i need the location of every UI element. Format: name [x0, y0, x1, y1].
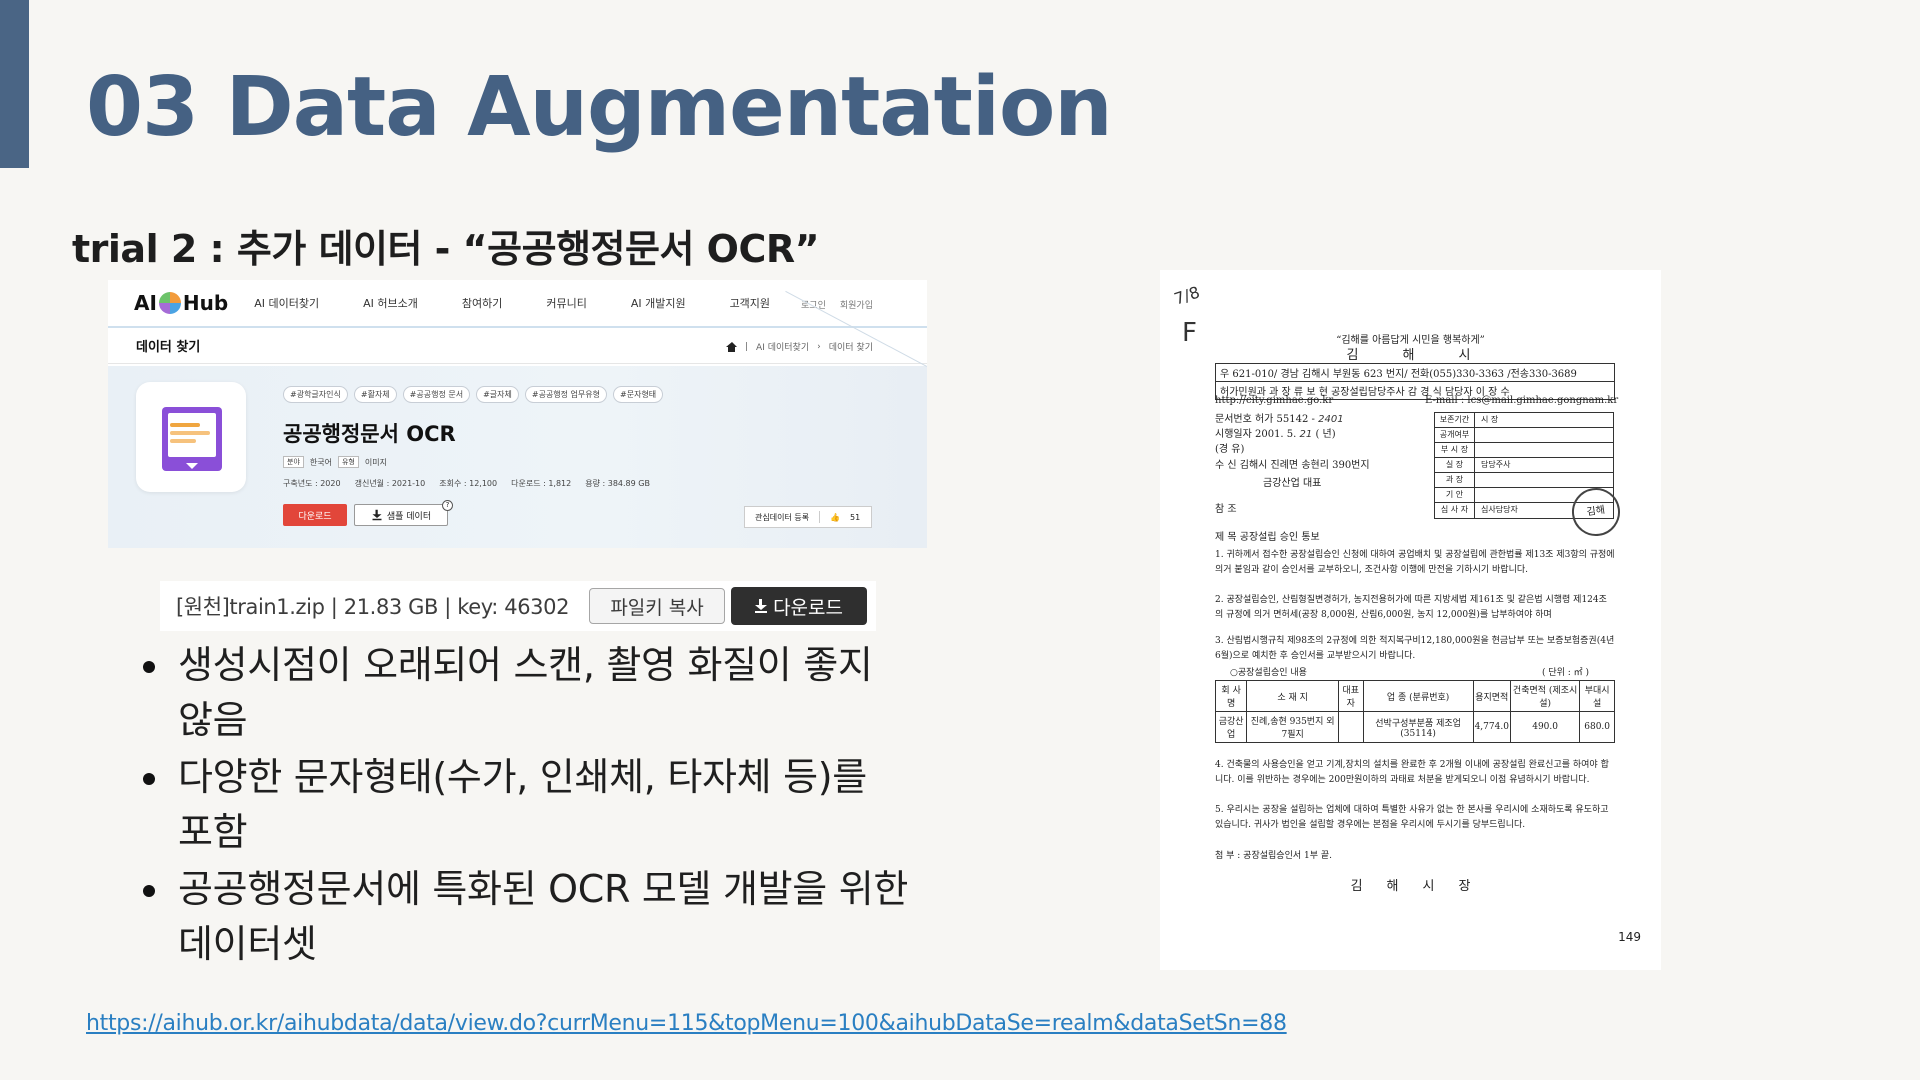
doc-recipient-2: 금강산업 대표: [1263, 478, 1322, 489]
home-icon[interactable]: [726, 341, 737, 352]
tag[interactable]: #공공행정 업무유형: [524, 386, 608, 403]
doc-date: 시행일자 2001. 5. 21 ( 년): [1215, 429, 1336, 440]
tag[interactable]: #글자체: [476, 386, 519, 403]
nav-item-customer-support[interactable]: 고객지원: [730, 295, 770, 311]
doc-homepage: http://city.gimhae.go.kr: [1215, 395, 1334, 406]
copy-file-key-button[interactable]: 파일키 복사: [589, 588, 726, 624]
file-info: [원천]train1.zip | 21.83 GB | key: 46302: [176, 595, 570, 619]
source-link[interactable]: https://aihub.or.kr/aihubdata/data/view.…: [86, 1011, 1287, 1036]
doc-paragraph: 1. 귀하께서 접수한 공장설립승인 신청에 대하여 공업배치 및 공장설립에 …: [1215, 550, 1615, 575]
help-icon[interactable]: ?: [442, 500, 453, 511]
handwriting-mark: 7/8: [1171, 282, 1203, 309]
table-row: 금강산업 진례,송현 935번지 외7필지 선박구성부분품 제조업 (35114…: [1214, 711, 1615, 743]
accent-bar: [0, 0, 29, 168]
doc-ref: 참 조: [1215, 504, 1237, 515]
bullet-list: 생성시점이 오래되어 스캔, 촬영 화질이 좋지 않음 다양한 문자형태(수가,…: [140, 638, 910, 974]
doc-recipient: 수 신 김해시 진례면 송현리 390번지: [1215, 460, 1370, 471]
nav-item-find-data[interactable]: AI 데이터찾기: [254, 295, 319, 311]
login-link[interactable]: 로그인: [801, 298, 826, 311]
nav-item-participate[interactable]: 참여하기: [462, 295, 502, 311]
breadcrumb-item[interactable]: 데이터 찾기: [829, 340, 873, 353]
tag[interactable]: #문자형태: [613, 386, 664, 403]
dataset-thumbnail: [136, 382, 246, 492]
like-count: 51: [850, 512, 861, 522]
document-icon: [162, 407, 222, 471]
page-number: 149: [1618, 930, 1641, 944]
doc-paragraph: 2. 공장설립승인, 산림형질변경허가, 농지전용허가에 따른 지방세법 제16…: [1215, 595, 1607, 620]
bullet-item: 다양한 문자형태(수가, 인쇄체, 타자체 등)를 포함: [140, 750, 910, 860]
nav-item-dev-support[interactable]: AI 개발지원: [631, 295, 686, 311]
section-bar: 데이터 찾기 | AI 데이터찾기 › 데이터 찾기: [108, 328, 927, 364]
doc-number: 문서번호 허가 55142 - 2401: [1215, 414, 1344, 425]
thumbs-up-icon: 👍: [830, 512, 841, 522]
doc-paragraph: 4. 건축물의 사용승인을 얻고 기계,장치의 설치를 완료한 후 2개월 이내…: [1215, 760, 1609, 785]
table-unit: ( 단위 : ㎡ ): [1542, 668, 1590, 678]
file-download-row: [원천]train1.zip | 21.83 GB | key: 46302 파…: [160, 581, 876, 631]
favorite-button[interactable]: 관심데이터 등록 👍 51: [744, 506, 872, 528]
slide-subtitle: trial 2 : 추가 데이터 - “공공행정문서 OCR”: [72, 227, 820, 271]
doc-reason: (경 유): [1215, 444, 1245, 455]
doc-paragraph: 3. 산림법시행규칙 제98조의 2규정에 의한 적지복구비12,180,000…: [1215, 636, 1615, 661]
signup-link[interactable]: 회원가입: [840, 298, 873, 311]
bullet-item: 공공행정문서에 특화된 OCR 모델 개발을 위한 데이터셋: [140, 862, 910, 972]
doc-attachment: 첨 부 : 공장설립승인서 1부 끝.: [1215, 851, 1333, 861]
download-button[interactable]: 다운로드: [283, 504, 347, 526]
aihub-logo[interactable]: AI Hub: [134, 291, 228, 315]
doc-paragraph: 5. 우리시는 공장을 설립하는 업체에 대하여 특별한 사유가 없는 한 본사…: [1215, 805, 1609, 830]
nav-item-community[interactable]: 커뮤니티: [546, 295, 586, 311]
dataset-title: 공공행정문서 OCR: [283, 422, 456, 446]
breadcrumb-item[interactable]: AI 데이터찾기: [756, 340, 809, 353]
tag-list: #광학글자인식 #활자체 #공공행정 문서 #글자체 #공공행정 업무유형 #문…: [283, 386, 664, 403]
doc-subject: 제 목 공장설립 승인 통보: [1215, 532, 1320, 543]
dataset-stats: 구축년도 : 2020 갱신년월 : 2021-10 조회수 : 12,100 …: [283, 479, 650, 488]
table-caption: ○공장설립승인 내용: [1230, 668, 1307, 678]
download-icon: [755, 599, 768, 613]
tag[interactable]: #광학글자인식: [283, 386, 348, 403]
tag[interactable]: #활자체: [353, 386, 397, 403]
section-title: 데이터 찾기: [136, 340, 201, 355]
slide-title: 03 Data Augmentation: [86, 60, 1113, 155]
aihub-navbar: AI Hub AI 데이터찾기 AI 허브소개 참여하기 커뮤니티 AI 개발지…: [108, 280, 927, 328]
doc-email: E-mail : lcs@mail.gimhae.gongnam.kr: [1425, 395, 1619, 406]
scanned-document: 7/8 F “김해를 아름답게 시민을 행복하게” 김해시 우 621-010/…: [1160, 270, 1661, 970]
aihub-screenshot: AI Hub AI 데이터찾기 AI 허브소개 참여하기 커뮤니티 AI 개발지…: [108, 280, 927, 548]
file-download-button[interactable]: 다운로드: [731, 587, 868, 625]
doc-signature: 김해시장: [1350, 879, 1495, 894]
dataset-summary: #광학글자인식 #활자체 #공공행정 문서 #글자체 #공공행정 업무유형 #문…: [108, 290, 927, 548]
download-icon: [372, 509, 382, 521]
sample-data-button[interactable]: 샘플 데이터: [354, 504, 448, 526]
tag[interactable]: #공공행정 문서: [402, 386, 471, 403]
nav-item-about[interactable]: AI 허브소개: [363, 295, 418, 311]
globe-icon: [158, 292, 181, 314]
bullet-item: 생성시점이 오래되어 스캔, 촬영 화질이 좋지 않음: [140, 638, 910, 748]
doc-issuer: 김해시: [1346, 348, 1515, 363]
breadcrumb: | AI 데이터찾기 › 데이터 찾기: [726, 340, 873, 353]
approval-content-table: 회 사 명 소 재 지 대표자 업 종 (분류번호) 용지면적 건축면적 (제조…: [1214, 680, 1615, 743]
dataset-category: 분야 한국어 유형 이미지: [283, 456, 387, 468]
